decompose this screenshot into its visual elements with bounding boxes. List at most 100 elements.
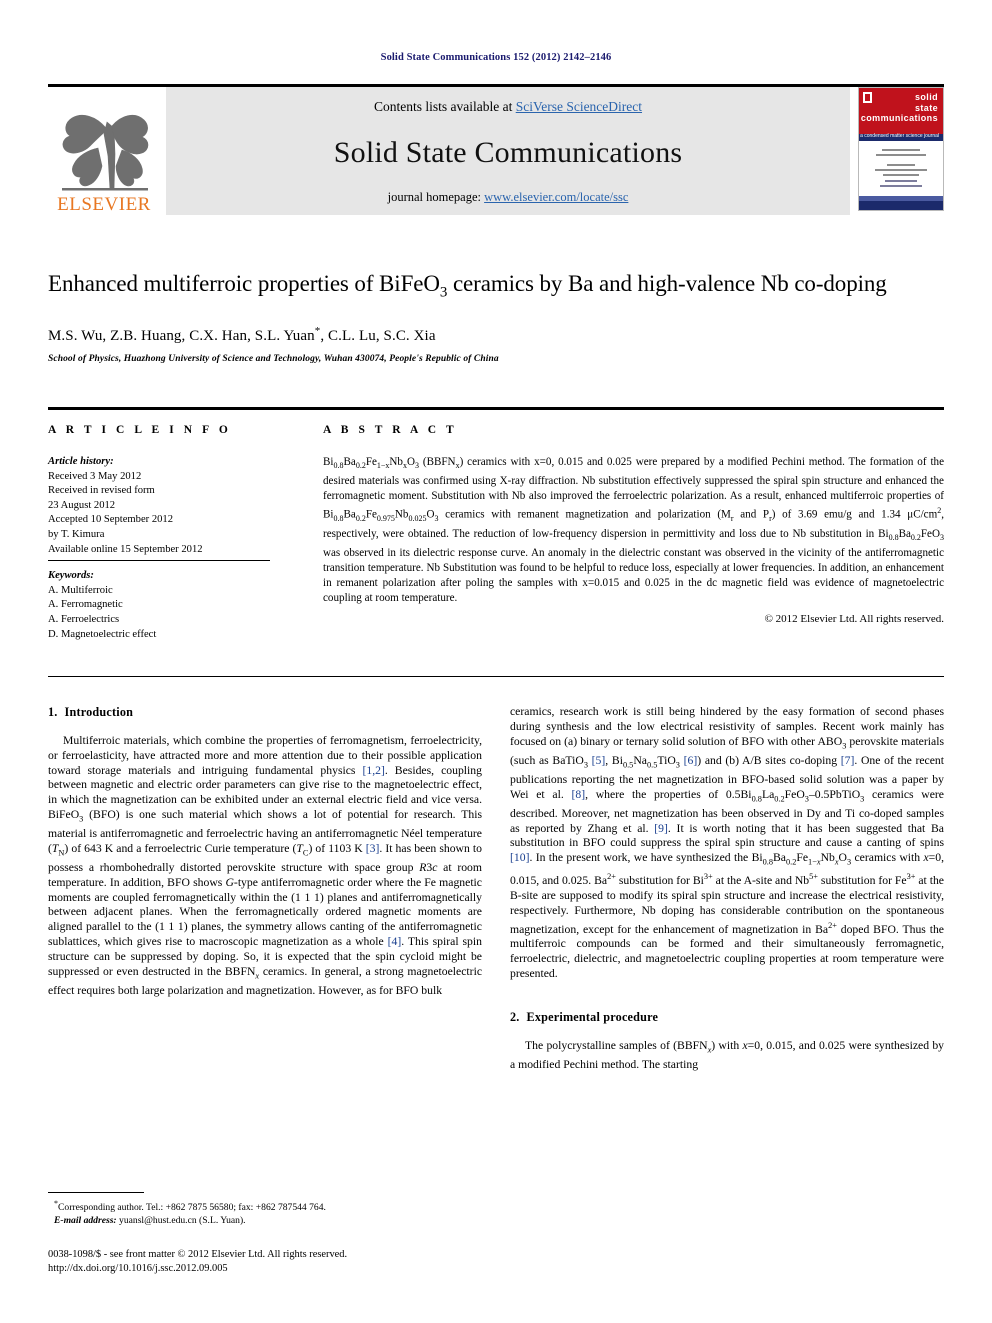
keyword-item: A. Ferromagnetic <box>48 599 123 611</box>
paragraph-experimental: The polycrystalline samples of (BBFNx) w… <box>510 1038 945 1071</box>
keywords-block: Keywords: A. Multiferroic A. Ferromagnet… <box>48 561 294 642</box>
history-line: 23 August 2012 <box>48 499 116 511</box>
cover-title-line-2: state <box>914 102 938 113</box>
elsevier-logo: ELSEVIER <box>48 87 160 215</box>
footnote-contact-text: Corresponding author. Tel.: +862 7875 56… <box>58 1202 326 1214</box>
author-list: M.S. Wu, Z.B. Huang, C.X. Han, S.L. Yuan… <box>48 325 944 345</box>
section-heading-introduction: 1. Introduction <box>48 705 482 720</box>
article-history-block: Article history: Received 3 May 2012 Rec… <box>48 455 270 562</box>
footnote-contact: *Corresponding author. Tel.: +862 7875 5… <box>48 1197 482 1214</box>
section-number: 1. <box>48 705 58 719</box>
journal-homepage-line: journal homepage: www.elsevier.com/locat… <box>388 190 629 205</box>
abs-seg: Ba <box>898 527 911 540</box>
section-heading-experimental: 2. Experimental procedure <box>510 1010 944 1025</box>
footnote-email-value[interactable]: yuansl@hust.edu.cn (S.L. Yuan). <box>119 1215 246 1226</box>
doi-line[interactable]: http://dx.doi.org/10.1016/j.ssc.2012.09.… <box>48 1262 568 1276</box>
abstract-column: Bi0.8Ba0.2Fe1−xNbxO3 (BBFNx) ceramics wi… <box>323 455 944 626</box>
keyword-item: D. Magnetoelectric effect <box>48 628 157 640</box>
footnote-rule <box>48 1192 144 1193</box>
citation-ref[interactable]: [6] <box>684 754 698 767</box>
journal-homepage-link[interactable]: www.elsevier.com/locate/ssc <box>484 190 628 204</box>
abs-sub: 1−x <box>376 461 390 471</box>
running-head: Solid State Communications 152 (2012) 21… <box>380 52 612 63</box>
abs-sub: 0.025 <box>408 513 427 523</box>
paragraph-intro-right: ceramics, research work is still being h… <box>510 705 945 980</box>
abs-seg: Fe <box>365 456 377 468</box>
elsevier-wordmark: ELSEVIER <box>57 194 151 215</box>
affiliation: School of Physics, Huazhong University o… <box>48 353 499 364</box>
author-names-tail: , C.L. Lu, S.C. Xia <box>320 327 436 344</box>
article-info-column: Article history: Received 3 May 2012 Rec… <box>48 455 294 642</box>
section-number: 2. <box>510 1009 520 1024</box>
divider-below-abstract <box>48 676 944 677</box>
cover-title-line-1: solid <box>914 92 938 102</box>
keywords-label: Keywords: <box>48 570 94 582</box>
citation-ref[interactable]: [3] <box>366 842 380 855</box>
sciencedirect-link[interactable]: SciVerse ScienceDirect <box>516 99 642 114</box>
abstract-copyright: © 2012 Elsevier Ltd. All rights reserved… <box>764 612 944 625</box>
abstract-text: Bi0.8Ba0.2Fe1−xNbxO3 (BBFNx) ceramics wi… <box>323 455 944 606</box>
journal-masthead: ELSEVIER Contents lists available at Sci… <box>48 84 944 215</box>
elsevier-tree-icon <box>62 114 149 191</box>
journal-cover-thumbnail: solid state communications <box>858 87 944 211</box>
abs-sub: 0.2 <box>910 532 921 542</box>
abs-seg: Bi <box>323 508 334 521</box>
abs-seg: FeO <box>920 527 940 540</box>
title-part-2: ceramics by Ba and high-valence <box>447 271 756 296</box>
body-column-left: 1. Introduction Multiferroic materials, w… <box>48 705 482 999</box>
citation-ref[interactable]: [7] <box>841 754 855 767</box>
title-block: Enhanced multiferroic properties of BiFe… <box>48 268 944 364</box>
abs-seg: Bi <box>878 527 889 540</box>
cover-text-lines <box>869 146 933 179</box>
corresponding-author-footnote: *Corresponding author. Tel.: +862 7875 5… <box>48 1192 482 1228</box>
article-info-heading: A R T I C L E I N F O <box>48 424 232 436</box>
abs-sub: 0.8 <box>888 532 899 542</box>
citation-ref[interactable]: [1,2] <box>362 764 384 777</box>
cover-bottom-lines <box>871 177 931 190</box>
citation-ref[interactable]: [10] <box>510 851 529 864</box>
abs-seg: O <box>406 456 415 468</box>
page-title: Enhanced multiferroic properties of BiFe… <box>48 268 944 309</box>
footnote-email: E-mail address: yuansl@hust.edu.cn (S.L.… <box>48 1214 482 1227</box>
cover-foot-band <box>859 201 943 210</box>
history-line: Received in revised form <box>48 485 155 497</box>
cover-title-line-3: communications <box>860 113 938 123</box>
cover-subtitle-band <box>859 133 943 141</box>
homepage-prefix: journal homepage: <box>387 190 485 204</box>
citation-ref[interactable]: [4] <box>388 935 402 948</box>
journal-article-page: Solid State Communications 152 (2012) 21… <box>0 0 992 1323</box>
page-footer: 0038-1098/$ - see front matter © 2012 El… <box>48 1248 568 1277</box>
abs-sub: 0.2 <box>355 513 366 523</box>
article-history-label: Article history: <box>48 456 114 467</box>
journal-title: Solid State Communications <box>333 135 683 169</box>
title-part-3: Nb co-doping <box>760 271 887 296</box>
cover-red-banner: solid state communications <box>859 88 943 134</box>
section-title: Introduction <box>64 705 134 719</box>
title-part-1: Enhanced multiferroic properties of BiFe… <box>48 271 440 296</box>
citation-ref[interactable]: [5] <box>592 754 606 767</box>
keyword-item: A. Multiferroic <box>48 584 113 596</box>
journal-band: Contents lists available at SciVerse Sci… <box>166 87 850 215</box>
abs-seg: Nb <box>394 508 409 521</box>
abs-seg: and P <box>733 508 770 521</box>
body-column-right: ceramics, research work is still being h… <box>510 705 944 1073</box>
abs-seg: was observed in its dielectric response … <box>323 546 944 604</box>
history-line: Accepted 10 September 2012 <box>48 514 174 526</box>
citation-ref[interactable]: [8] <box>571 788 585 801</box>
paragraph-intro-left: Multiferroic materials, which combine th… <box>48 734 483 997</box>
divider-above-abstract <box>48 407 944 410</box>
citation-ref[interactable]: [9] <box>654 822 668 835</box>
abs-sub: 0.2 <box>355 461 366 471</box>
section-title: Experimental procedure <box>526 1009 659 1024</box>
abs-sub: 3 <box>940 532 944 542</box>
author-names: M.S. Wu, Z.B. Huang, C.X. Han, S.L. Yuan <box>48 327 315 344</box>
abs-seg: (BBFN <box>419 456 456 468</box>
footnote-email-label: E-mail address: <box>54 1215 117 1227</box>
abs-sub: 0.8 <box>333 461 344 471</box>
issn-copyright-line: 0038-1098/$ - see front matter © 2012 El… <box>48 1249 348 1260</box>
keyword-item: A. Ferroelectrics <box>48 613 120 625</box>
contents-lists-line: Contents lists available at SciVerse Sci… <box>374 99 642 115</box>
abs-seg: Bi <box>323 456 334 468</box>
abs-sub: 0.8 <box>333 513 344 523</box>
abstract-heading: A B S T R A C T <box>323 424 458 436</box>
